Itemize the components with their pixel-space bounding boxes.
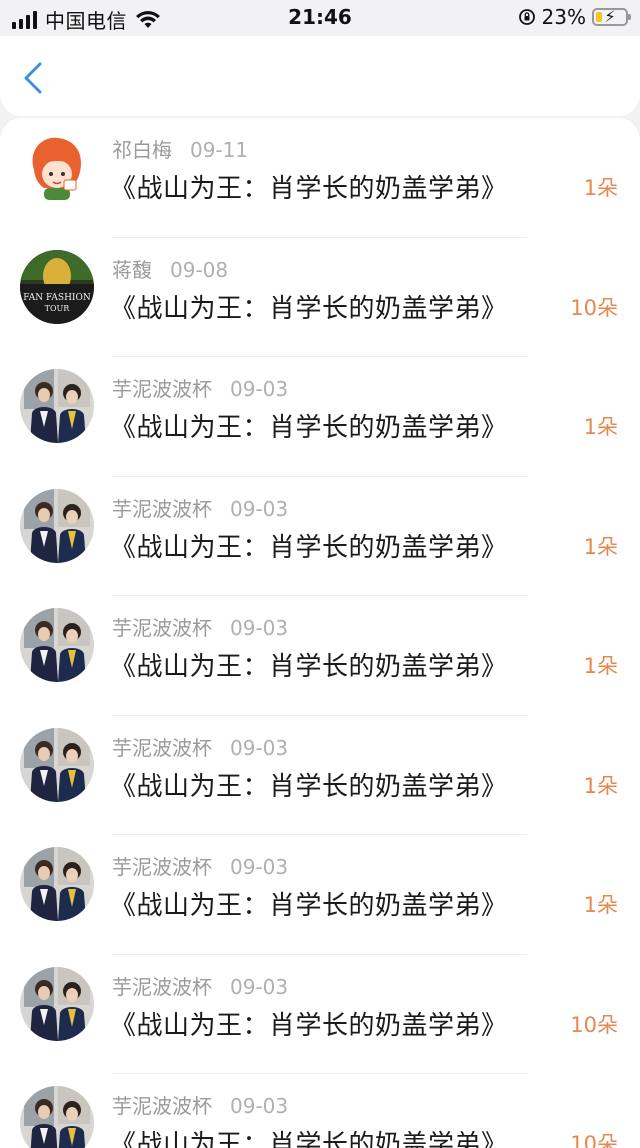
user-line: 芋泥波波杯 09-03 (112, 851, 288, 880)
book-title[interactable]: 《战山为王：肖学长的奶盖学弟》 (110, 646, 508, 683)
gift-count: 1朵 (583, 176, 618, 200)
gift-count: 1朵 (583, 654, 618, 678)
back-button[interactable] (16, 60, 52, 96)
user-name: 芋泥波波杯 (112, 616, 212, 640)
list-item[interactable]: 芋泥波波杯 09-03 《战山为王：肖学长的奶盖学弟》 1朵 (0, 596, 640, 716)
gift-count: 10朵 (570, 1012, 618, 1037)
two-people-photo-avatar[interactable] (20, 847, 94, 921)
gift-count: 10朵 (570, 1132, 618, 1148)
svg-text:FAN FASHION: FAN FASHION (23, 293, 91, 303)
book-title[interactable]: 《战山为王：肖学长的奶盖学弟》 (110, 766, 508, 803)
list-item[interactable]: 芋泥波波杯 09-03 《战山为王：肖学长的奶盖学弟》 10朵 (0, 1074, 640, 1148)
user-name: 芋泥波波杯 (112, 974, 212, 999)
list-item[interactable]: 芋泥波波杯 09-03 《战山为王：肖学长的奶盖学弟》 10朵 (0, 955, 640, 1074)
user-name: 祁白梅 (112, 138, 172, 162)
gift-record-list: 祁白梅 09-11 《战山为王：肖学长的奶盖学弟》 1朵 FAN FASHION TO… (0, 118, 640, 1148)
cartoon-girl-avatar[interactable] (20, 130, 94, 204)
user-name: 芋泥波波杯 (112, 377, 212, 401)
fan-fashion-tour-avatar[interactable]: FAN FASHION TOUR (20, 249, 94, 324)
list-item[interactable]: 芋泥波波杯 09-03 《战山为王：肖学长的奶盖学弟》 1朵 (0, 716, 640, 835)
user-line: 芋泥波波杯 09-03 (112, 373, 288, 402)
record-date: 09-03 (230, 377, 289, 401)
record-date: 09-03 (230, 616, 289, 640)
user-line: 芋泥波波杯 09-03 (112, 1090, 288, 1119)
gift-count: 10朵 (570, 295, 618, 320)
list-item[interactable]: 祁白梅 09-11 《战山为王：肖学长的奶盖学弟》 1朵 (0, 118, 640, 238)
list-item[interactable]: 芋泥波波杯 09-03 《战山为王：肖学长的奶盖学弟》 1朵 (0, 835, 640, 955)
gift-count: 1朵 (583, 893, 618, 917)
two-people-photo-avatar[interactable] (20, 1086, 94, 1148)
status-right: 23% ⚡ (518, 5, 631, 29)
nav-bar (0, 36, 640, 116)
svg-text:TOUR: TOUR (45, 304, 71, 313)
user-line: 芋泥波波杯 09-03 (112, 732, 288, 761)
gift-count: 1朵 (583, 534, 618, 559)
record-date: 09-03 (230, 974, 289, 999)
record-date: 09-03 (230, 735, 289, 760)
orientation-lock-icon (518, 9, 535, 25)
gift-count: 1朵 (583, 773, 618, 798)
user-line: 芋泥波波杯 09-03 (112, 493, 288, 522)
user-line: 蒋馥 09-08 (112, 254, 228, 283)
status-bar: 中国电信 21:46 23% ⚡ (0, 0, 640, 36)
book-title[interactable]: 《战山为王：肖学长的奶盖学弟》 (110, 1124, 508, 1148)
book-title[interactable]: 《战山为王：肖学长的奶盖学弟》 (110, 1005, 508, 1042)
two-people-photo-avatar[interactable] (20, 727, 94, 802)
two-people-photo-avatar[interactable] (20, 608, 94, 682)
battery-charging-icon: ⚡ (592, 7, 631, 26)
record-date: 09-03 (230, 1094, 289, 1118)
user-name: 芋泥波波杯 (112, 1094, 212, 1118)
user-line: 祁白梅 09-11 (112, 134, 248, 163)
record-date: 09-11 (190, 138, 249, 162)
user-name: 芋泥波波杯 (112, 735, 212, 760)
battery-percent: 23% (541, 5, 586, 29)
list-item[interactable]: FAN FASHION TOUR 蒋馥 09-08 《战山为王：肖学长的奶盖学弟》 1… (0, 238, 640, 357)
book-title[interactable]: 《战山为王：肖学长的奶盖学弟》 (110, 527, 508, 564)
book-title[interactable]: 《战山为王：肖学长的奶盖学弟》 (110, 288, 508, 325)
two-people-photo-avatar[interactable] (20, 966, 94, 1041)
user-name: 芋泥波波杯 (112, 855, 212, 879)
gift-count: 1朵 (583, 415, 618, 439)
user-line: 芋泥波波杯 09-03 (112, 971, 288, 1000)
record-date: 09-03 (230, 855, 289, 879)
user-name: 蒋馥 (112, 257, 152, 282)
chevron-left-icon (24, 62, 42, 94)
book-title[interactable]: 《战山为王：肖学长的奶盖学弟》 (110, 407, 508, 444)
book-title[interactable]: 《战山为王：肖学长的奶盖学弟》 (110, 885, 508, 922)
list-item[interactable]: 芋泥波波杯 09-03 《战山为王：肖学长的奶盖学弟》 1朵 (0, 477, 640, 596)
user-line: 芋泥波波杯 09-03 (112, 612, 288, 641)
book-title[interactable]: 《战山为王：肖学长的奶盖学弟》 (110, 168, 508, 205)
two-people-photo-avatar[interactable] (20, 488, 94, 563)
bolt-icon: ⚡ (604, 7, 616, 26)
record-date: 09-08 (170, 257, 229, 282)
user-name: 芋泥波波杯 (112, 496, 212, 521)
record-date: 09-03 (230, 496, 289, 521)
list-item[interactable]: 芋泥波波杯 09-03 《战山为王：肖学长的奶盖学弟》 1朵 (0, 357, 640, 477)
two-people-photo-avatar[interactable] (20, 369, 94, 443)
